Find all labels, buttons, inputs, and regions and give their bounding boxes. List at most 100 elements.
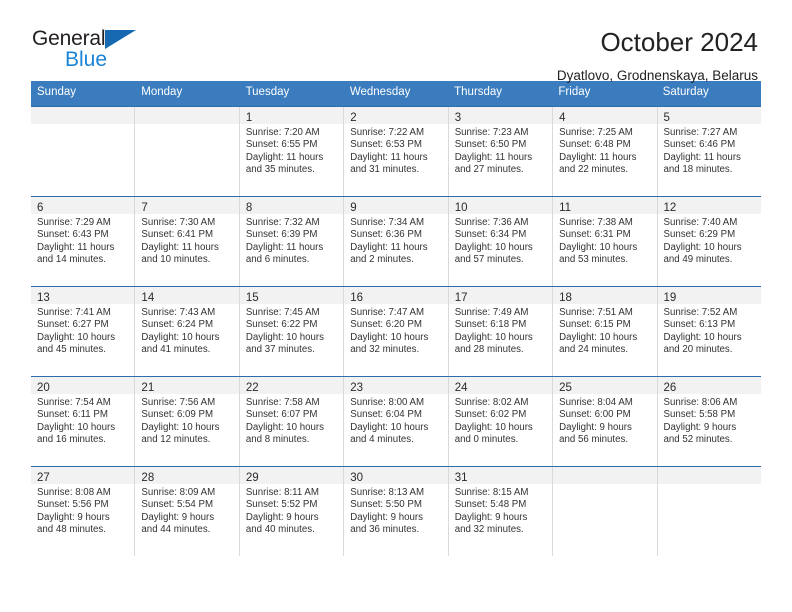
day-cell[interactable]: 7 Sunrise: 7:30 AM Sunset: 6:41 PM Daylight…	[135, 196, 240, 286]
day-number-strip: 3	[448, 106, 553, 124]
logo-text-general: General	[32, 27, 106, 50]
daylight-text-line1: Daylight: 10 hours	[141, 421, 220, 433]
daylight-text-line2: and 8 minutes.	[245, 434, 310, 446]
day-cell[interactable]: 6 Sunrise: 7:29 AM Sunset: 6:43 PM Daylight…	[31, 196, 136, 286]
logo-text-blue: Blue	[65, 48, 108, 71]
day-number-strip: 19	[657, 286, 761, 304]
daylight-text-line2: and 57 minutes.	[454, 254, 524, 266]
day-cell[interactable]: 27 Sunrise: 8:08 AM Sunset: 5:56 PM Dayligh…	[31, 466, 136, 556]
daylight-text-line1: Daylight: 10 hours	[350, 331, 429, 343]
day-number: 28	[141, 471, 155, 484]
daylight-text-line1: Daylight: 11 hours	[245, 151, 324, 163]
day-number: 30	[350, 471, 364, 484]
daylight-text-line1: Daylight: 10 hours	[350, 421, 429, 433]
day-cell[interactable]: 20 Sunrise: 7:54 AM Sunset: 6:11 PM Dayligh…	[31, 376, 136, 466]
day-cell[interactable]: 5 Sunrise: 7:27 AM Sunset: 6:46 PM Daylight…	[657, 106, 761, 196]
sunrise-text: Sunrise: 7:25 AM	[559, 126, 633, 138]
day-cell[interactable]: 19 Sunrise: 7:52 AM Sunset: 6:13 PM Dayligh…	[657, 286, 761, 376]
day-sun-info: Sunrise: 7:27 AM Sunset: 6:46 PM Daylight:…	[658, 124, 761, 177]
day-cell[interactable]: 4 Sunrise: 7:25 AM Sunset: 6:48 PM Daylight…	[553, 106, 658, 196]
daylight-text-line2: and 32 minutes.	[350, 344, 420, 356]
daylight-text-line2: and 56 minutes.	[559, 434, 629, 446]
day-cell[interactable]: 10 Sunrise: 7:36 AM Sunset: 6:34 PM Dayligh…	[448, 196, 554, 286]
day-cell[interactable]: 28 Sunrise: 8:09 AM Sunset: 5:54 PM Dayligh…	[135, 466, 240, 556]
generalblue-logo[interactable]: General Blue	[32, 28, 152, 76]
daylight-text-line2: and 41 minutes.	[141, 344, 211, 356]
day-number-strip: 16	[344, 286, 448, 304]
day-cell[interactable]: 23 Sunrise: 8:00 AM Sunset: 6:04 PM Dayligh…	[344, 376, 449, 466]
sunset-text: Sunset: 6:00 PM	[559, 409, 631, 421]
sunset-text: Sunset: 5:58 PM	[663, 409, 736, 421]
day-cell[interactable]: 24 Sunrise: 8:02 AM Sunset: 6:02 PM Dayligh…	[448, 376, 554, 466]
day-sun-info: Sunrise: 8:11 AM Sunset: 5:52 PM Daylight:…	[240, 484, 343, 537]
day-sun-info: Sunrise: 7:22 AM Sunset: 6:53 PM Daylight:…	[344, 124, 447, 177]
day-number-strip: 17	[448, 286, 553, 304]
sunset-text: Sunset: 5:54 PM	[141, 499, 214, 511]
sunrise-text: Sunrise: 8:13 AM	[350, 486, 425, 498]
sunrise-text: Sunrise: 7:20 AM	[245, 126, 320, 138]
weekday-header-row: Sunday Monday Tuesday Wednesday Thursday Frid…	[31, 81, 761, 106]
sunrise-text: Sunrise: 8:09 AM	[141, 486, 216, 498]
page-header: General Blue October 2024 Dyatlovo, Grod…	[0, 0, 792, 83]
day-number: 5	[663, 111, 670, 124]
day-number: 17	[454, 291, 468, 304]
day-cell[interactable]: 15 Sunrise: 7:45 AM Sunset: 6:22 PM Dayligh…	[239, 286, 345, 376]
calendar-week-row: 13 Sunrise: 7:41 AM Sunset: 6:27 PM Dayligh…	[31, 285, 761, 376]
day-sun-info: Sunrise: 7:41 AM Sunset: 6:27 PM Daylight:…	[31, 304, 134, 357]
day-cell[interactable]: 12 Sunrise: 7:40 AM Sunset: 6:29 PM Dayligh…	[657, 196, 761, 286]
day-cell[interactable]: 2 Sunrise: 7:22 AM Sunset: 6:53 PM Daylight…	[344, 106, 449, 196]
daylight-text-line2: and 4 minutes.	[350, 434, 414, 446]
day-cell[interactable]: 8 Sunrise: 7:32 AM Sunset: 6:39 PM Daylight…	[239, 196, 345, 286]
sunrise-text: Sunrise: 7:36 AM	[454, 216, 529, 228]
day-cell[interactable]: 26 Sunrise: 8:06 AM Sunset: 5:58 PM Dayligh…	[657, 376, 761, 466]
daylight-text-line2: and 31 minutes.	[350, 164, 420, 176]
day-cell[interactable]: 14 Sunrise: 7:43 AM Sunset: 6:24 PM Dayligh…	[135, 286, 240, 376]
sunset-text: Sunset: 6:53 PM	[350, 139, 422, 151]
day-sun-info: Sunrise: 7:30 AM Sunset: 6:41 PM Daylight:…	[135, 214, 238, 267]
day-sun-info: Sunrise: 7:51 AM Sunset: 6:15 PM Daylight:…	[553, 304, 656, 357]
day-number-strip: 10	[448, 196, 553, 214]
day-number-strip: 30	[344, 466, 448, 484]
day-cell[interactable]: 22 Sunrise: 7:58 AM Sunset: 6:07 PM Dayligh…	[239, 376, 345, 466]
day-cell[interactable]: 31 Sunrise: 8:15 AM Sunset: 5:48 PM Dayligh…	[448, 466, 554, 556]
sunrise-text: Sunrise: 7:43 AM	[141, 306, 216, 318]
day-number-strip: 5	[657, 106, 761, 124]
sunrise-text: Sunrise: 7:58 AM	[245, 396, 320, 408]
day-cell[interactable]: 18 Sunrise: 7:51 AM Sunset: 6:15 PM Dayligh…	[553, 286, 658, 376]
day-cell[interactable]: 21 Sunrise: 7:56 AM Sunset: 6:09 PM Dayligh…	[135, 376, 240, 466]
day-sun-info: Sunrise: 7:49 AM Sunset: 6:18 PM Daylight:…	[449, 304, 552, 357]
daylight-text-line2: and 2 minutes.	[350, 254, 414, 266]
day-number-strip: 24	[448, 376, 553, 394]
weekday-header-friday: Friday	[558, 86, 591, 98]
day-number: 6	[37, 201, 44, 214]
sunset-text: Sunset: 6:34 PM	[454, 229, 527, 241]
day-sun-info: Sunrise: 7:52 AM Sunset: 6:13 PM Daylight:…	[658, 304, 761, 357]
day-cell[interactable]: 25 Sunrise: 8:04 AM Sunset: 6:00 PM Dayligh…	[553, 376, 658, 466]
daylight-text-line2: and 14 minutes.	[37, 254, 106, 266]
day-cell[interactable]: 13 Sunrise: 7:41 AM Sunset: 6:27 PM Dayligh…	[31, 286, 136, 376]
daylight-text-line1: Daylight: 11 hours	[350, 241, 428, 253]
day-cell[interactable]: 1 Sunrise: 7:20 AM Sunset: 6:55 PM Daylight…	[239, 106, 345, 196]
sunset-text: Sunset: 6:27 PM	[37, 319, 109, 331]
day-cell[interactable]: 29 Sunrise: 8:11 AM Sunset: 5:52 PM Dayligh…	[239, 466, 345, 556]
daylight-text-line2: and 6 minutes.	[245, 254, 310, 266]
daylight-text-line2: and 18 minutes.	[663, 164, 733, 176]
weekday-header-wednesday: Wednesday	[349, 86, 411, 98]
day-cell[interactable]: 9 Sunrise: 7:34 AM Sunset: 6:36 PM Daylight…	[344, 196, 449, 286]
day-cell[interactable]: 16 Sunrise: 7:47 AM Sunset: 6:20 PM Dayligh…	[344, 286, 449, 376]
day-number-strip: 7	[135, 196, 239, 214]
sunset-text: Sunset: 5:50 PM	[350, 499, 422, 511]
day-cell[interactable]: 3 Sunrise: 7:23 AM Sunset: 6:50 PM Daylight…	[448, 106, 554, 196]
day-cell[interactable]: 30 Sunrise: 8:13 AM Sunset: 5:50 PM Dayligh…	[344, 466, 449, 556]
sunset-text: Sunset: 6:48 PM	[559, 139, 631, 151]
day-number-strip: 27	[31, 466, 135, 484]
day-cell[interactable]: 17 Sunrise: 7:49 AM Sunset: 6:18 PM Dayligh…	[448, 286, 554, 376]
day-sun-info: Sunrise: 8:15 AM Sunset: 5:48 PM Daylight:…	[449, 484, 552, 537]
day-cell[interactable]: 11 Sunrise: 7:38 AM Sunset: 6:31 PM Dayligh…	[553, 196, 658, 286]
day-number-strip: 12	[657, 196, 761, 214]
day-number-strip: 20	[31, 376, 135, 394]
day-number: 12	[663, 201, 677, 214]
day-sun-info: Sunrise: 7:54 AM Sunset: 6:11 PM Daylight:…	[31, 394, 134, 447]
sunrise-text: Sunrise: 8:02 AM	[454, 396, 529, 408]
day-number: 20	[37, 381, 50, 394]
